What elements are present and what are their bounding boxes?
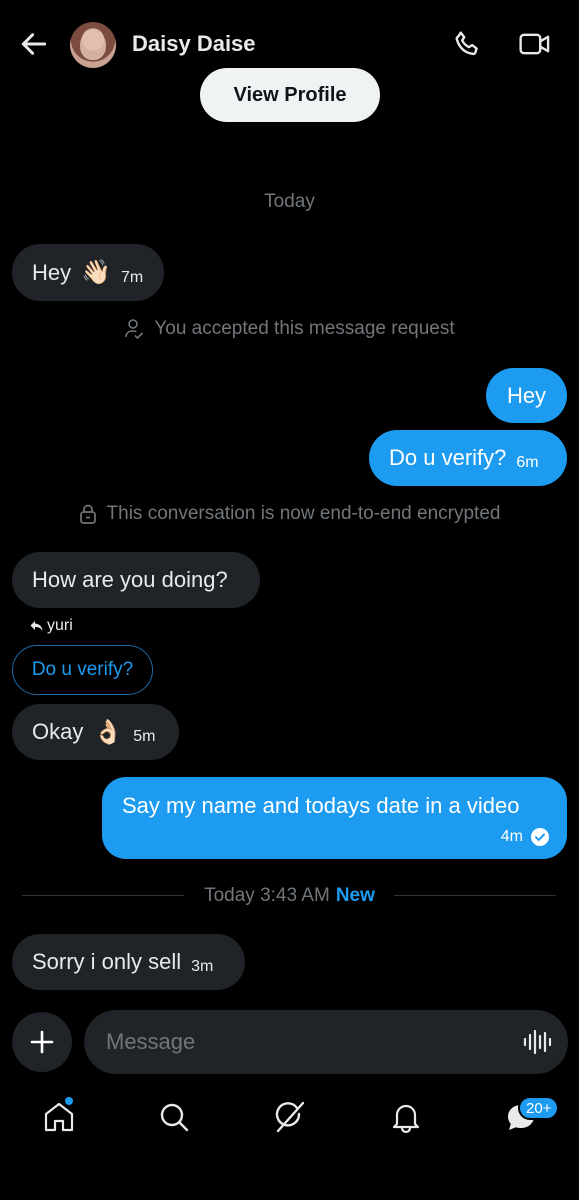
reply-to-name: yuri — [47, 617, 73, 634]
message-time: 6m — [516, 454, 539, 471]
outgoing-message[interactable]: Say my name and todays date in a video 4… — [102, 777, 567, 859]
ok-hand-emoji: 👌🏻 — [93, 718, 124, 746]
separator-time: Today 3:43 AM — [204, 885, 330, 906]
back-arrow-icon[interactable] — [18, 28, 50, 60]
message-time: 7m — [121, 268, 144, 286]
voice-message-icon[interactable] — [522, 1027, 552, 1057]
quoted-text: Do u verify? — [31, 659, 134, 680]
quoted-reply[interactable]: Do u verify? — [12, 645, 153, 695]
divider-right — [394, 895, 556, 896]
message-text: Sorry i only sell — [32, 949, 182, 974]
new-messages-separator: Today 3:43 AM New — [0, 884, 579, 908]
divider-left — [22, 895, 184, 896]
notifications-bell-icon[interactable] — [389, 1100, 423, 1134]
home-icon[interactable] — [42, 1100, 76, 1134]
message-time: 3m — [191, 958, 214, 975]
message-text: Hey — [506, 382, 547, 408]
outgoing-message[interactable]: Hey — [486, 368, 567, 423]
user-check-icon — [125, 319, 144, 340]
avatar[interactable] — [70, 22, 116, 68]
waving-hand-emoji: 👋🏻 — [81, 259, 112, 286]
plus-icon — [30, 1030, 54, 1054]
system-text: This conversation is now end-to-end encr… — [106, 503, 501, 524]
lock-icon — [79, 504, 96, 524]
system-text: You accepted this message request — [154, 318, 455, 339]
read-check-icon — [531, 828, 549, 846]
add-media-button[interactable] — [12, 1012, 72, 1072]
messages-badge: 20+ — [518, 1096, 560, 1120]
system-message-accepted: You accepted this message request — [0, 318, 579, 340]
search-icon[interactable] — [157, 1100, 191, 1134]
new-label: New — [335, 885, 375, 906]
message-time: 4m — [500, 828, 523, 845]
reply-arrow-icon — [30, 621, 43, 631]
incoming-message[interactable]: How are you doing? — [12, 552, 260, 608]
phone-call-icon[interactable] — [452, 28, 484, 60]
incoming-message[interactable]: Okay 👌🏻 5m — [12, 704, 179, 760]
view-profile-button[interactable]: View Profile — [200, 68, 380, 122]
incoming-message[interactable]: Sorry i only sell 3m — [12, 934, 245, 990]
reply-indicator: yuri — [30, 617, 73, 635]
message-text: Hey — [32, 259, 72, 285]
message-time: 5m — [133, 728, 156, 745]
home-notification-dot — [65, 1097, 73, 1105]
incoming-message[interactable]: Hey 👋🏻 7m — [12, 244, 164, 301]
date-separator: Today — [264, 191, 315, 212]
grok-icon[interactable] — [273, 1100, 307, 1134]
message-text: Say my name and todays date in a video — [122, 793, 520, 818]
message-text: Okay — [32, 719, 84, 744]
message-text: How are you doing? — [32, 567, 228, 592]
outgoing-message[interactable]: Do u verify? 6m — [369, 430, 567, 486]
video-call-icon[interactable] — [518, 28, 552, 60]
contact-name[interactable]: Daisy Daise — [132, 31, 256, 57]
message-input[interactable] — [84, 1010, 568, 1074]
message-text: Do u verify? — [389, 445, 507, 470]
system-message-encrypted: This conversation is now end-to-end encr… — [0, 503, 579, 525]
